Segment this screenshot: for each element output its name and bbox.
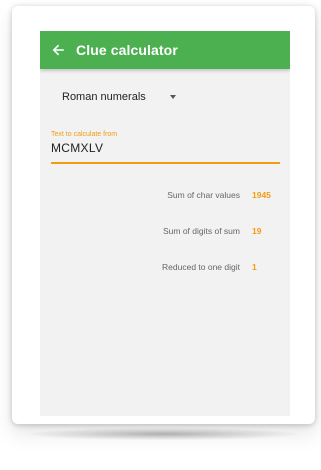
- app-bar: Clue calculator: [40, 31, 290, 69]
- device-shadow: [30, 428, 296, 440]
- result-row-sum-char-values: Sum of char values 1945: [40, 190, 290, 204]
- text-input-value[interactable]: MCMXLV: [51, 141, 103, 155]
- result-row-reduced-digit: Reduced to one digit 1: [40, 262, 290, 276]
- result-label: Sum of char values: [167, 190, 240, 200]
- result-value: 19: [252, 226, 262, 236]
- app-screen: Clue calculator Roman numerals Text to c…: [40, 31, 290, 416]
- text-input-field[interactable]: Text to calculate from MCMXLV: [51, 131, 280, 164]
- back-button[interactable]: [40, 31, 76, 69]
- result-value: 1945: [252, 190, 271, 200]
- result-row-sum-digits: Sum of digits of sum 19: [40, 226, 290, 240]
- arrow-left-icon: [52, 44, 64, 56]
- caret-down-icon: [169, 95, 176, 99]
- result-value: 1: [252, 262, 257, 272]
- text-input-underline: [51, 162, 280, 164]
- dropdown-selected-value: Roman numerals: [62, 91, 146, 103]
- result-label: Reduced to one digit: [162, 262, 240, 272]
- calculation-type-dropdown[interactable]: Roman numerals: [62, 87, 176, 107]
- page-title: Clue calculator: [76, 42, 178, 58]
- text-input-label: Text to calculate from: [51, 131, 118, 138]
- result-label: Sum of digits of sum: [162, 226, 240, 236]
